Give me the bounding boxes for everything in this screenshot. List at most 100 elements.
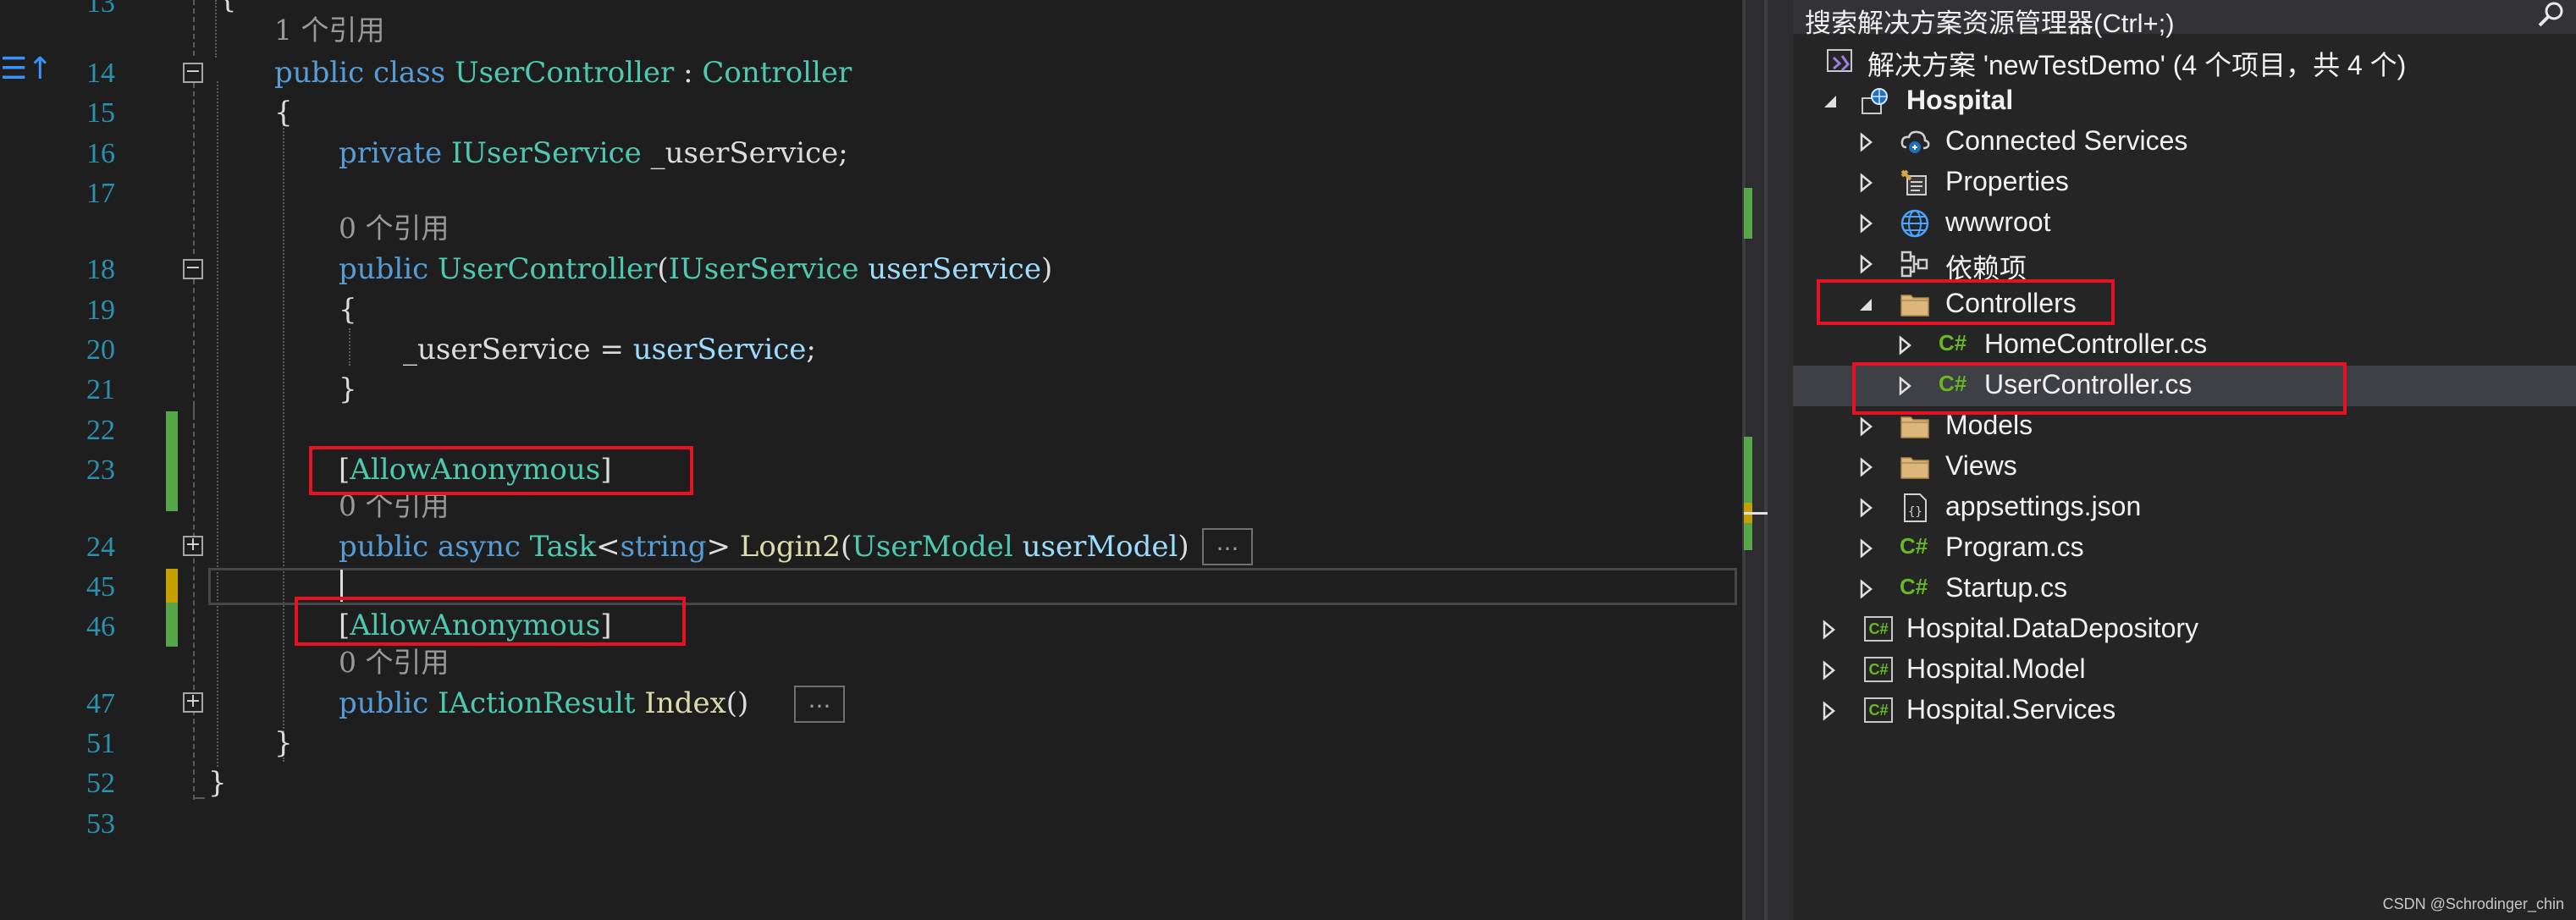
code-editor[interactable]: 13 14 15 16 17 18 19 20 21 22 23 24 45 4… (0, 0, 1742, 920)
codelens-references[interactable]: 0 个引用 (339, 210, 450, 247)
tree-item-label: Hospital (1906, 85, 2014, 115)
line-number: 23 (86, 454, 115, 486)
tree-item-views[interactable]: Views (1793, 447, 2576, 488)
type-name: IActionResult (438, 686, 636, 720)
collapse-region-button[interactable]: − (183, 63, 203, 83)
tree-item-label: Program.cs (1945, 532, 2084, 562)
outline-guide (193, 0, 195, 56)
csharp-file-icon: C# (1939, 330, 1967, 355)
indent-guide (217, 81, 218, 767)
folder-icon (1900, 457, 1929, 479)
parameter-name: userService (632, 333, 807, 366)
collapsed-arrow-icon[interactable] (1856, 538, 1876, 559)
code-line-16[interactable]: private IUserService _userService; (339, 135, 848, 172)
expand-region-button[interactable]: + (183, 536, 203, 556)
collapsed-arrow-icon[interactable] (1818, 701, 1839, 721)
scrollbar-change-marker (1744, 188, 1752, 239)
collapsed-arrow-icon[interactable] (1856, 254, 1876, 274)
collapsed-arrow-icon[interactable] (1818, 620, 1839, 640)
tree-item-homecontroller[interactable]: C# HomeController.cs (1793, 325, 2576, 366)
collapsed-arrow-icon[interactable] (1856, 498, 1876, 518)
highlight-box (1817, 279, 2115, 325)
csharp-file-icon: C# (1900, 574, 1928, 599)
collapsed-arrow-icon[interactable] (1856, 579, 1876, 599)
codelens-references[interactable]: 0 个引用 (339, 644, 450, 681)
keyword: string (620, 530, 707, 564)
expand-region-button[interactable]: + (183, 692, 203, 713)
properties-icon (1900, 169, 1927, 196)
tree-item-hospital-services[interactable]: C# Hospital.Services (1793, 691, 2576, 731)
code-line-19[interactable]: { (339, 291, 357, 328)
changed-lines-marker (166, 603, 178, 647)
line-number: 16 (86, 138, 115, 169)
collapsed-arrow-icon[interactable] (1856, 213, 1876, 234)
tree-item-hospital[interactable]: Hospital (1793, 81, 2576, 122)
codelens-references[interactable]: 1 个引用 (274, 12, 385, 49)
tree-item-startup[interactable]: C# Startup.cs (1793, 569, 2576, 609)
csharp-project-icon: C# (1864, 697, 1893, 723)
code-line-15[interactable]: { (274, 94, 293, 131)
collapsed-arrow-icon[interactable] (1895, 335, 1915, 355)
parameter-name: userModel (1022, 530, 1178, 564)
outline-guide (193, 797, 205, 799)
tree-item-dependencies[interactable]: 依赖项 (1793, 244, 2576, 284)
type-name: IUserService (668, 252, 859, 286)
line-number: 22 (86, 415, 115, 446)
search-icon[interactable] (2537, 0, 2566, 29)
panel-splitter[interactable] (1768, 0, 1793, 920)
collapsed-region-button[interactable]: ... (1202, 528, 1253, 565)
code-line-51[interactable]: } (274, 724, 293, 762)
collapsed-arrow-icon[interactable] (1818, 660, 1839, 680)
csharp-project-icon: C# (1864, 616, 1893, 642)
collapsed-arrow-icon[interactable] (1856, 173, 1876, 193)
base-class: Controller (702, 56, 852, 90)
tree-item-label: Hospital.Model (1906, 653, 2086, 684)
code-line-13[interactable]: { (218, 0, 237, 17)
code-line-47[interactable]: public IActionResult Index() (339, 685, 748, 722)
keyword: public (339, 530, 429, 564)
code-line-52[interactable]: } (208, 764, 227, 802)
field-name: _userService; (641, 136, 848, 170)
highlight-box (1852, 362, 2347, 415)
method-name: Login2 (739, 530, 841, 564)
collapse-region-button[interactable]: − (183, 259, 203, 279)
tree-item-connected-services[interactable]: Connected Services (1793, 122, 2576, 163)
tree-item-program[interactable]: C# Program.cs (1793, 528, 2576, 569)
collapsed-arrow-icon[interactable] (1856, 132, 1876, 152)
code-line-14[interactable]: public class UserController : Controller (274, 54, 852, 91)
tree-item-hospital-model[interactable]: C# Hospital.Model (1793, 650, 2576, 691)
code-line-18[interactable]: public UserController(IUserService userS… (339, 251, 1052, 288)
solution-explorer-search[interactable]: 搜索解决方案资源管理器(Ctrl+;) (1793, 0, 2576, 38)
tree-item-solution[interactable]: 解决方案 'newTestDemo' (4 个项目，共 4 个) (1793, 41, 2576, 81)
field-name: _userService = (403, 333, 633, 366)
csharp-file-icon: C# (1900, 533, 1928, 559)
punctuation: ; (806, 333, 816, 366)
tree-item-hospital-datadepository[interactable]: C# Hospital.DataDepository (1793, 609, 2576, 650)
punctuation: > (706, 530, 731, 564)
connected-services-icon (1900, 130, 1930, 153)
line-number: 53 (86, 808, 115, 840)
code-line-24[interactable]: public async Task<string> Login2(UserMod… (339, 528, 1189, 565)
line-number: 20 (86, 334, 115, 366)
collapsed-region-button[interactable]: ... (794, 686, 845, 723)
solution-icon (1827, 49, 1852, 72)
tree-item-wwwroot[interactable]: wwwroot (1793, 203, 2576, 244)
expanded-arrow-icon[interactable] (1820, 91, 1840, 112)
line-number: 45 (86, 571, 115, 603)
line-number: 13 (86, 0, 115, 19)
code-line-21[interactable]: } (339, 371, 357, 408)
collapsed-arrow-icon[interactable] (1856, 416, 1876, 437)
line-number: 21 (86, 374, 115, 405)
line-number: 51 (86, 728, 115, 759)
tree-item-appsettings[interactable]: {} appsettings.json (1793, 488, 2576, 528)
collapsed-arrow-icon[interactable] (1856, 457, 1876, 477)
tree-item-label: appsettings.json (1945, 491, 2142, 521)
tree-item-properties[interactable]: Properties (1793, 163, 2576, 203)
keyword: class (373, 56, 446, 90)
tree-item-label: 解决方案 'newTestDemo' (4 个项目，共 4 个) (1867, 50, 2407, 80)
code-line-20[interactable]: _userService = userService; (403, 331, 816, 368)
globe-icon (1900, 209, 1929, 238)
method-name: Index (644, 686, 726, 720)
tree-item-label: Hospital.Services (1906, 694, 2116, 724)
line-number: 52 (86, 768, 115, 799)
